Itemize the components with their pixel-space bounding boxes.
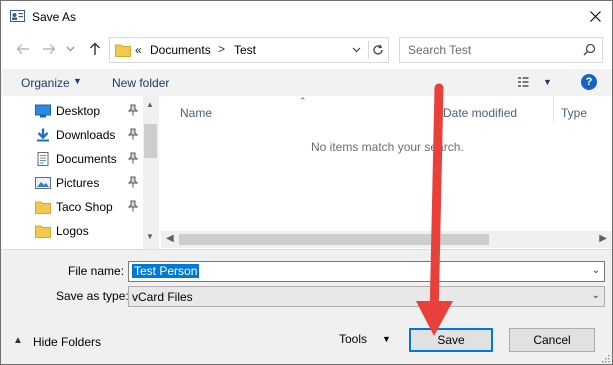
sidebar-item-label: Taco Shop bbox=[56, 200, 113, 214]
sidebar-item-downloads[interactable]: Downloads bbox=[1, 123, 143, 147]
new-folder-button[interactable]: New folder bbox=[112, 76, 169, 90]
cancel-button-label: Cancel bbox=[533, 333, 571, 347]
forward-button[interactable] bbox=[41, 41, 57, 57]
file-list: ⌃ Name Date modified Type No items match… bbox=[161, 96, 612, 249]
save-options-panel: File name: Test Person ⌄ Save as type: v… bbox=[1, 249, 612, 364]
chevron-down-icon bbox=[352, 47, 360, 53]
chevron-down-icon bbox=[66, 46, 74, 52]
save-button[interactable]: Save bbox=[409, 328, 493, 352]
save-as-dialog: Save As « Documents > Test Search Test O… bbox=[0, 0, 613, 365]
search-icon[interactable] bbox=[583, 43, 596, 56]
arrow-up-icon bbox=[90, 42, 100, 55]
save-button-label: Save bbox=[437, 333, 465, 347]
caret-up-icon: ▲ bbox=[13, 335, 23, 346]
sidebar-item-label: Logos bbox=[56, 224, 89, 238]
desktop-icon bbox=[35, 104, 51, 118]
back-button[interactable] bbox=[15, 41, 31, 57]
breadcrumb-separator[interactable]: > bbox=[218, 42, 225, 56]
arrow-right-icon bbox=[43, 44, 56, 54]
pin-icon[interactable] bbox=[128, 152, 138, 164]
breadcrumb-test[interactable]: Test bbox=[234, 43, 256, 57]
address-bar[interactable]: « Documents > Test bbox=[109, 37, 389, 63]
horizontal-scrollbar-thumb[interactable] bbox=[179, 234, 489, 245]
help-icon[interactable]: ? bbox=[581, 74, 597, 90]
address-history-button[interactable] bbox=[346, 41, 365, 59]
folder-icon bbox=[115, 44, 131, 57]
pin-icon[interactable] bbox=[128, 128, 138, 140]
command-toolbar: Organize ▼ New folder ▼ ? bbox=[1, 69, 612, 96]
scroll-left-icon[interactable]: ◀ bbox=[166, 233, 174, 244]
save-as-type-value: vCard Files bbox=[132, 290, 193, 304]
window-title: Save As bbox=[32, 10, 77, 24]
column-header-name[interactable]: Name bbox=[180, 106, 212, 120]
pictures-icon bbox=[35, 177, 51, 189]
nav-scrollbar-thumb[interactable] bbox=[144, 124, 157, 158]
up-button[interactable] bbox=[87, 41, 103, 57]
recent-locations-button[interactable] bbox=[64, 41, 76, 57]
column-divider[interactable] bbox=[553, 96, 554, 122]
arrow-left-icon bbox=[16, 44, 29, 54]
chevron-down-icon[interactable]: ⌄ bbox=[592, 265, 600, 276]
hide-folders-label: Hide Folders bbox=[33, 335, 102, 349]
cancel-button[interactable]: Cancel bbox=[509, 328, 595, 352]
navigation-pane: Desktop Downloads Documents Pictures Tac… bbox=[1, 96, 159, 249]
pin-icon[interactable] bbox=[128, 104, 138, 116]
tools-menu[interactable]: Tools bbox=[339, 332, 367, 346]
sidebar-item-label: Downloads bbox=[56, 128, 116, 142]
sidebar-item-label: Desktop bbox=[56, 104, 101, 118]
sidebar-item-label: Pictures bbox=[56, 176, 100, 190]
chevron-down-icon[interactable]: ⌄ bbox=[592, 290, 600, 301]
save-as-type-select[interactable]: vCard Files ⌄ bbox=[128, 286, 605, 307]
refresh-icon bbox=[373, 44, 383, 55]
sidebar-item-taco-shop[interactable]: Taco Shop bbox=[1, 195, 143, 219]
file-name-field[interactable]: Test Person ⌄ bbox=[128, 261, 605, 282]
pin-icon[interactable] bbox=[128, 200, 138, 212]
refresh-button[interactable] bbox=[368, 41, 387, 59]
save-as-type-label: Save as type: bbox=[56, 289, 129, 303]
sort-up-icon: ⌃ bbox=[299, 96, 307, 106]
folder-icon bbox=[35, 201, 51, 214]
sidebar-item-pictures[interactable]: Pictures bbox=[1, 171, 143, 195]
resize-grip-icon[interactable] bbox=[600, 353, 610, 363]
scroll-up-icon[interactable]: ▲ bbox=[146, 100, 154, 109]
folder-icon bbox=[35, 225, 51, 238]
view-options-icon[interactable] bbox=[517, 75, 535, 89]
caret-down-icon[interactable]: ▼ bbox=[382, 334, 391, 344]
view-caret-icon[interactable]: ▼ bbox=[543, 77, 552, 87]
column-header-date-modified[interactable]: Date modified bbox=[443, 106, 517, 120]
empty-message: No items match your search. bbox=[311, 140, 464, 154]
file-name-label: File name: bbox=[68, 264, 125, 278]
documents-icon bbox=[37, 152, 49, 166]
address-overflow-chevron[interactable]: « bbox=[135, 43, 142, 57]
nav-scrollbar[interactable]: ▲ ▼ bbox=[143, 96, 159, 249]
column-header-type[interactable]: Type bbox=[561, 106, 587, 120]
sidebar-item-desktop[interactable]: Desktop bbox=[1, 99, 143, 123]
close-button[interactable] bbox=[578, 1, 612, 32]
search-placeholder: Search Test bbox=[408, 43, 472, 57]
breadcrumb-documents[interactable]: Documents bbox=[150, 43, 211, 57]
close-icon bbox=[589, 11, 601, 22]
sidebar-item-label: Documents bbox=[56, 152, 117, 166]
sidebar-item-logos[interactable]: Logos bbox=[1, 219, 143, 243]
scroll-down-icon[interactable]: ▼ bbox=[146, 232, 154, 241]
file-name-value[interactable]: Test Person bbox=[132, 264, 200, 278]
caret-down-icon: ▼ bbox=[73, 76, 82, 86]
scroll-right-icon[interactable]: ▶ bbox=[599, 233, 607, 244]
title-bar: Save As bbox=[1, 1, 612, 32]
organize-menu[interactable]: Organize bbox=[21, 76, 70, 90]
download-icon bbox=[37, 128, 49, 142]
vcard-icon bbox=[10, 10, 25, 22]
horizontal-scrollbar[interactable]: ◀ ▶ bbox=[161, 231, 612, 248]
sidebar-item-documents[interactable]: Documents bbox=[1, 147, 143, 171]
pin-icon[interactable] bbox=[128, 176, 138, 188]
search-input[interactable]: Search Test bbox=[399, 37, 603, 63]
